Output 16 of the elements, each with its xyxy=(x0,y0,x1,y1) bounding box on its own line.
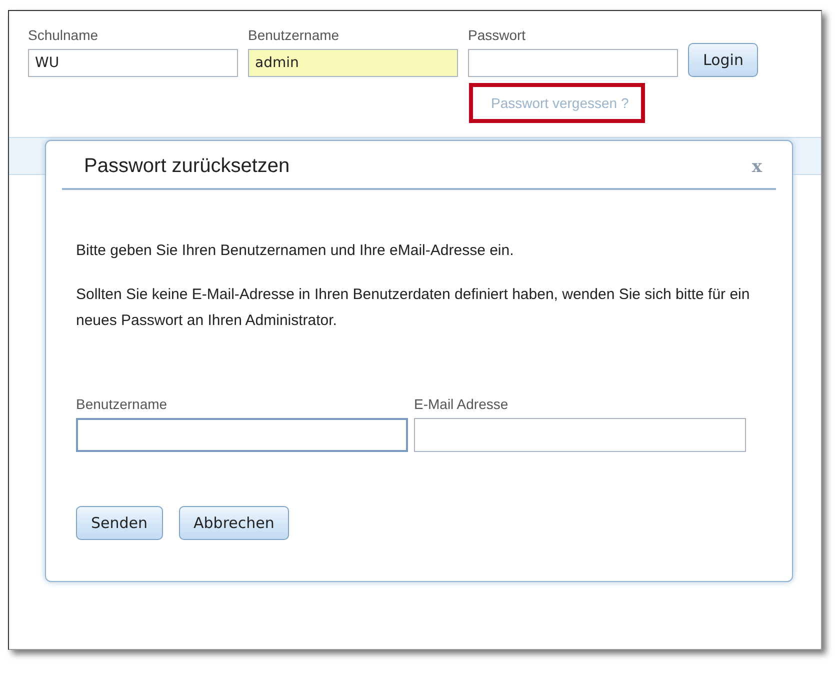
field-label: Benutzername xyxy=(76,396,168,412)
input-field[interactable]: admin xyxy=(248,49,458,77)
input-field[interactable] xyxy=(76,418,408,452)
field-label: Benutzername xyxy=(248,27,340,43)
input-field[interactable] xyxy=(468,49,678,77)
instruction-text: Bitte geben Sie Ihren Benutzernamen und Ihre eMail-Adresse ein. xyxy=(76,241,515,261)
dialog-button[interactable]: Abbrechen xyxy=(178,506,290,540)
field-label: Schulname xyxy=(28,27,100,43)
dialog-button[interactable]: Senden xyxy=(76,506,163,540)
input-field[interactable]: WU xyxy=(28,49,238,77)
instruction-text: Sollten Sie keine E-Mail-Adresse in Ihren Benutzerdaten definiert haben, wenden Sie sich bitte für ein neues Passwort an Ihren Administrator. xyxy=(76,285,751,331)
input-field[interactable] xyxy=(414,418,746,452)
field-label: Passwort xyxy=(468,27,527,43)
field-label: E-Mail Adresse xyxy=(414,396,510,412)
dialog-title: Passwort zurücksetzen xyxy=(84,155,290,178)
login-button[interactable]: Login xyxy=(688,43,758,77)
